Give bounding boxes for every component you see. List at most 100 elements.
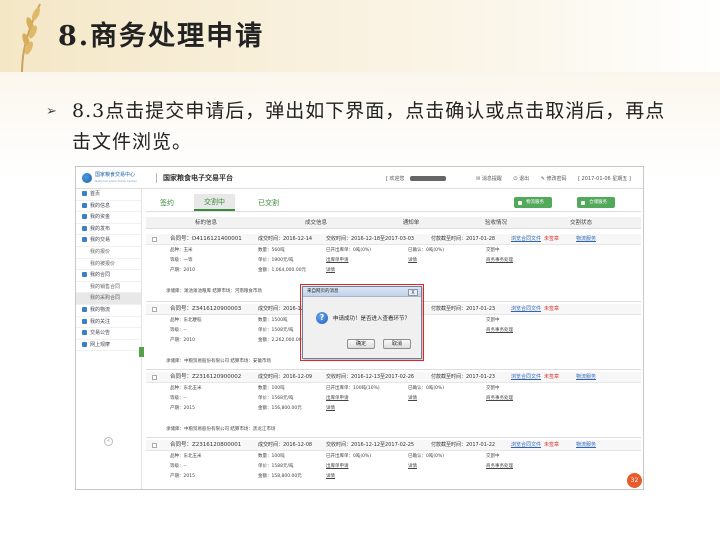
row-checkbox[interactable]	[152, 307, 157, 312]
money-icon	[82, 214, 87, 220]
sidebar-item-publish[interactable]: 我的发布	[76, 224, 141, 236]
sidebar-item-purchase-contract[interactable]: 我的采购合同	[76, 293, 141, 305]
out-order-apply-link[interactable]: 出库单申请	[326, 258, 349, 264]
sidebar-item-observe[interactable]: 网上观摩	[76, 340, 141, 352]
column-header: 成交信息	[304, 220, 327, 226]
deal-time: 成交时间：2016-12-08	[258, 442, 313, 448]
sidebar-item-my-quote[interactable]: 我的报价	[76, 247, 141, 259]
site-title: 国家粮食电子交易平台	[156, 173, 233, 183]
tab-delivered[interactable]: 已交割	[258, 198, 279, 208]
quantity: 数量：100吨	[258, 386, 285, 391]
pay-deadline: 付款截至时间：2017-01-28	[431, 236, 496, 242]
wheat-icon	[21, 3, 41, 72]
business-handle-link[interactable]: 商务事务处理	[486, 464, 513, 470]
change-password-link[interactable]: ✎ 修改密码	[541, 176, 572, 182]
business-handle-link[interactable]: 商务事务处理	[486, 328, 513, 334]
column-header: 标的信息	[194, 220, 217, 226]
highlight-frame	[300, 284, 424, 361]
sidebar-toggle-handle[interactable]	[139, 347, 144, 357]
unit-price: 单价：1508元/吨	[258, 328, 294, 333]
contract-number: 合同号：Z2316120800001	[170, 442, 242, 448]
unit-price: 单价：1568元/吨	[258, 396, 294, 401]
contract-row-header: 合同号：D4116121400001 成交时间：2016-12-14 交收时间：…	[146, 234, 641, 245]
sidebar-item-follow[interactable]: 我的关注	[76, 317, 141, 329]
browse-contract-link[interactable]: 浏览合同文件	[511, 440, 541, 451]
details-link[interactable]: 详情	[326, 474, 335, 480]
sidebar-item-notice[interactable]: 交易公告	[76, 328, 141, 340]
amount: 金额：158,800.00元	[258, 474, 302, 479]
row-checkbox[interactable]	[152, 237, 157, 242]
sidebar-collapse-button[interactable]: «	[104, 437, 113, 446]
bullet-arrow-icon: ➢	[46, 104, 57, 119]
amount: 金额：1,064,000.00元	[258, 268, 307, 273]
row-logistics-link[interactable]: 物流服务	[576, 372, 596, 383]
production-year: 产期：2010	[170, 268, 195, 273]
table-header: 标的信息 成交信息 通知单 验收情况 交割状态	[146, 217, 641, 229]
details-link[interactable]: 详情	[326, 268, 335, 274]
row-checkbox[interactable]	[152, 443, 157, 448]
delivery-status: 交割中	[486, 454, 500, 459]
sidebar-item-sales-contract[interactable]: 我的销售合同	[76, 282, 141, 294]
sidebar-item-info[interactable]: 我的信息	[76, 201, 141, 213]
column-header: 通知单	[402, 220, 420, 226]
status-badge: 未签章	[544, 374, 560, 380]
welcome-text: [ 欢迎您	[386, 176, 405, 182]
variety: 品种：玉米	[170, 248, 193, 253]
date-text: [ 2017-01-06 星期五 ]	[578, 176, 631, 182]
contract-row: 合同号：Z2316120900002 成交时间：2016-12-09 交收时间：…	[146, 372, 641, 438]
production-year: 产期：2015	[170, 474, 195, 479]
confirmed: 已确认：0吨(0%)	[408, 386, 445, 391]
issued-out: 已开出库单：0吨(0%)	[326, 454, 372, 459]
sidebar-item-logistics[interactable]: 我的物流	[76, 305, 141, 317]
details-link[interactable]: 详情	[408, 396, 417, 402]
browse-contract-link[interactable]: 浏览合同文件	[511, 234, 541, 245]
quantity: 数量：1500吨	[258, 318, 288, 323]
page-title: 8.商务处理申请	[58, 21, 265, 52]
logistics-service-button[interactable]: 物流服务	[514, 197, 552, 208]
column-header: 验收情况	[484, 220, 507, 226]
logo-text: 国家粮食交易中心	[95, 172, 136, 178]
warehouse-info: 承储库：渑池渑池粮库 结算市场：河南粮食市场	[166, 289, 262, 294]
amount: 金额：2,262,000.00元	[258, 338, 307, 343]
truck-icon	[82, 306, 87, 312]
pay-deadline: 付款截至时间：2017-01-22	[431, 442, 496, 448]
details-link[interactable]: 详情	[326, 406, 335, 412]
warehouse-info: 承储库：中粮贸易股份有限公司 结算市场：安徽市场	[166, 359, 271, 364]
pay-deadline: 付款截至时间：2017-01-23	[431, 306, 496, 312]
user-icon	[82, 202, 87, 208]
grade: 等级：--	[170, 328, 187, 333]
sidebar-item-quoted[interactable]: 我的被报价	[76, 259, 141, 271]
contract-number: 合同号：Z3416120900003	[170, 306, 242, 312]
browse-contract-link[interactable]: 浏览合同文件	[511, 304, 541, 315]
row-logistics-link[interactable]: 物流服务	[576, 234, 596, 245]
business-handle-link[interactable]: 商务事务处理	[486, 396, 513, 402]
variety: 品种：东北玉米	[170, 454, 202, 459]
business-handle-link[interactable]: 商务事务处理	[486, 258, 513, 264]
details-link[interactable]: 详情	[408, 258, 417, 264]
contract-icon	[82, 272, 87, 278]
sidebar-item-trade[interactable]: 我的交易	[76, 235, 141, 247]
unit-price: 单价：1588元/吨	[258, 464, 294, 469]
amount: 金额：156,800.00元	[258, 406, 302, 411]
tab-sign[interactable]: 签约	[160, 198, 174, 208]
browse-contract-link[interactable]: 浏览合同文件	[511, 372, 541, 383]
sidebar-item-funds[interactable]: 我的资金	[76, 212, 141, 224]
tab-delivering[interactable]: 交割中	[194, 194, 235, 211]
row-checkbox[interactable]	[152, 375, 157, 380]
row-logistics-link[interactable]: 物流服务	[576, 440, 596, 451]
contract-number: 合同号：Z2316120900002	[170, 374, 242, 380]
logout-link[interactable]: ⏻ 退出	[514, 176, 535, 182]
grade: 等级：一等	[170, 258, 193, 263]
out-order-apply-link[interactable]: 出库单申请	[326, 396, 349, 402]
out-order-apply-link[interactable]: 出库单申请	[326, 464, 349, 470]
warehouse-service-button[interactable]: 仓储服务	[577, 197, 615, 208]
message-link[interactable]: ✉ 消息提醒	[476, 176, 507, 182]
chat-badge[interactable]: 32	[627, 473, 642, 488]
bullet-text: 8.3点击提交申请后，弹出如下界面，点击确认或点击取消后，再点击文件浏览。	[72, 100, 666, 153]
app-screenshot: 国家粮食交易中心 National Grain Trade Center 国家粮…	[75, 166, 644, 490]
sidebar: 首页 我的信息 我的资金 我的发布 我的交易 我的报价 我的被报价 我的合同 我…	[76, 189, 142, 489]
details-link[interactable]: 详情	[408, 464, 417, 470]
deal-time: 成交时间：2016-12-09	[258, 374, 313, 380]
sidebar-item-contracts[interactable]: 我的合同	[76, 270, 141, 282]
sidebar-item-home[interactable]: 首页	[76, 189, 141, 201]
